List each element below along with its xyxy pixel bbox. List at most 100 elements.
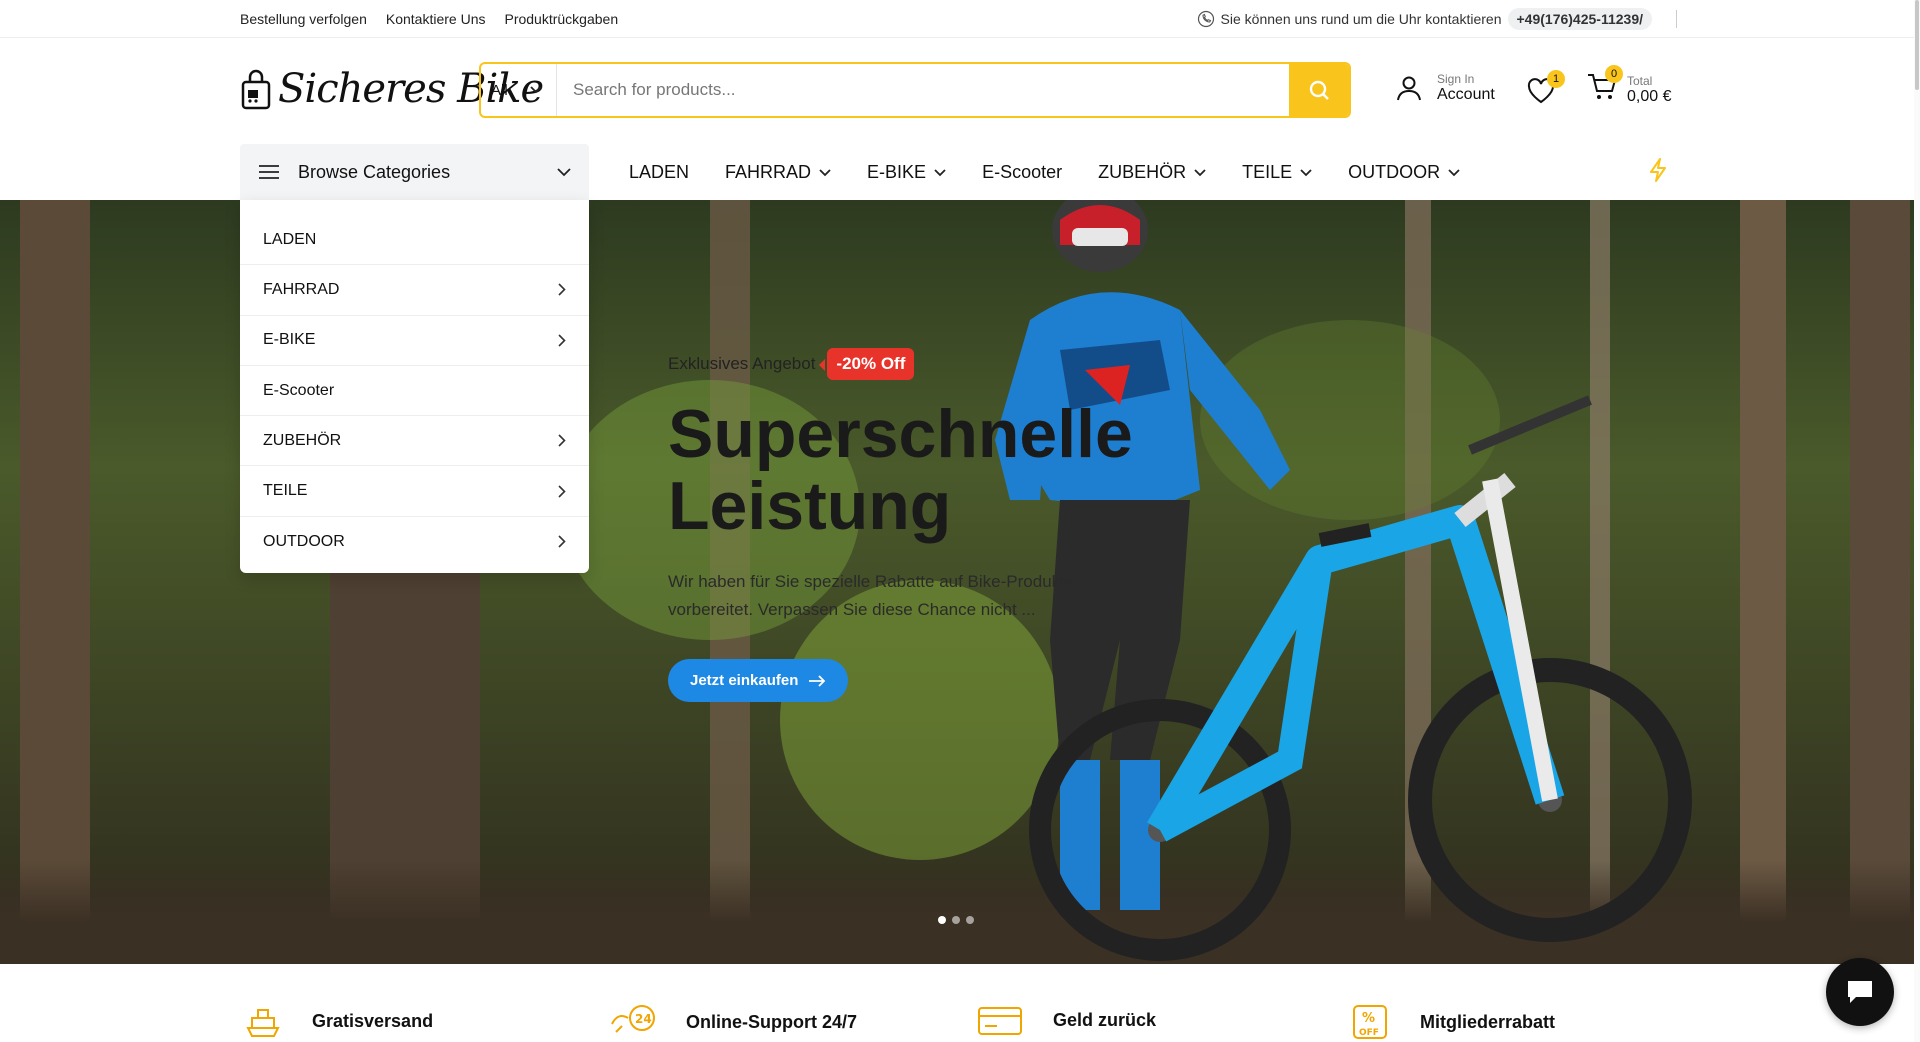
nav-item-label: FAHRRAD — [725, 162, 812, 182]
slider-dot[interactable] — [938, 916, 946, 924]
contact-link[interactable]: Kontaktiere Uns — [386, 11, 486, 27]
chevron-down-icon — [1300, 168, 1312, 176]
chevron-right-icon — [558, 283, 566, 297]
wallet-icon — [978, 1007, 1022, 1035]
chat-bubble-icon — [1848, 981, 1872, 1003]
cart-button[interactable]: 0 Total 0,00 € — [1587, 65, 1672, 106]
category-item-e-bike[interactable]: E-BIKE — [240, 316, 589, 366]
sign-in-label: Sign In — [1437, 72, 1475, 86]
search-category-value: All — [491, 81, 508, 99]
nav-item-fahrrad[interactable]: FAHRRAD — [725, 162, 831, 183]
chevron-down-icon — [819, 168, 831, 176]
shopping-bag-icon — [241, 69, 271, 110]
returns-link[interactable]: Produktrückgaben — [504, 11, 618, 27]
wishlist-button[interactable]: 1 — [1527, 70, 1565, 109]
category-label: OUTDOOR — [263, 532, 345, 550]
chevron-right-icon — [558, 334, 566, 347]
features-strip: Gratisversand 24 Online-Support 24/7 Gel… — [0, 964, 1920, 1042]
nav-item-label: TEILE — [1242, 162, 1293, 182]
shop-now-label: Jetzt einkaufen — [690, 672, 799, 689]
category-label: E-BIKE — [263, 331, 316, 349]
browse-categories-label: Browse Categories — [298, 161, 451, 182]
category-item-fahrrad[interactable]: FAHRRAD — [240, 265, 589, 316]
scrollbar-thumb[interactable] — [1915, 0, 1919, 90]
chevron-down-icon — [1194, 168, 1206, 176]
phone-number[interactable]: +49(176)425-11239/ — [1507, 8, 1652, 30]
page-scrollbar[interactable] — [1914, 0, 1920, 1042]
chevron-right-icon — [558, 434, 566, 447]
divider — [1676, 10, 1677, 28]
search-icon — [1309, 80, 1329, 100]
svg-text:OFF: OFF — [1359, 1028, 1379, 1038]
nav-item-label: ZUBEHÖR — [1098, 162, 1187, 182]
search-bar: All — [479, 62, 1351, 118]
nav-item-label: E-BIKE — [867, 162, 927, 182]
search-category-select[interactable]: All — [481, 64, 557, 116]
track-order-link[interactable]: Bestellung verfolgen — [240, 11, 367, 27]
feature-label: Gratisversand — [312, 1010, 434, 1031]
cart-count-badge: 0 — [1605, 65, 1623, 83]
slider-dots — [938, 916, 974, 924]
feature-free-shipping: Gratisversand — [244, 1004, 433, 1038]
svg-text:%: % — [1362, 1011, 1375, 1026]
chevron-down-icon — [530, 86, 542, 94]
feature-member-discount: % OFF Mitgliederrabatt — [1350, 1004, 1555, 1040]
account-label: Account — [1437, 86, 1495, 103]
nav-item-e-scooter[interactable]: E-Scooter — [982, 162, 1062, 183]
hero-content: Exklusives Angebot -20% Off Superschnell… — [668, 348, 1148, 702]
lightning-icon[interactable] — [1648, 158, 1668, 182]
discount-tag-icon: % OFF — [1353, 1005, 1387, 1039]
discount-badge: -20% Off — [819, 348, 915, 380]
support-24-icon: 24 — [611, 1005, 655, 1033]
top-bar: Bestellung verfolgen Kontaktiere Uns Pro… — [0, 0, 1920, 38]
chat-button[interactable] — [1826, 958, 1894, 1026]
browse-categories-button[interactable]: Browse Categories — [240, 144, 589, 200]
arrow-right-icon — [809, 674, 826, 687]
wishlist-count-badge: 1 — [1547, 70, 1565, 88]
chevron-down-icon — [557, 167, 571, 176]
header: Sicheres Bike All Sign In Account 1 0 To… — [0, 38, 1920, 144]
hero-tagline: Exklusives Angebot -20% Off — [668, 348, 1148, 380]
cart-total-value: 0,00 € — [1627, 87, 1672, 105]
chevron-down-icon — [934, 168, 946, 176]
nav-menu: LADEN FAHRRAD E-BIKE E-Scooter ZUBEHÖR T… — [629, 162, 1460, 183]
svg-text:24: 24 — [635, 1012, 652, 1026]
feature-label: Mitgliederrabatt — [1420, 1011, 1556, 1032]
search-input[interactable] — [557, 64, 1289, 116]
category-item-outdoor[interactable]: OUTDOOR — [240, 517, 589, 567]
nav-item-zubehoer[interactable]: ZUBEHÖR — [1098, 162, 1206, 183]
nav-item-laden[interactable]: LADEN — [629, 162, 689, 183]
phone-icon — [1197, 10, 1214, 28]
feature-label: Geld zurück — [1053, 1009, 1157, 1030]
category-item-e-scooter[interactable]: E-Scooter — [240, 366, 589, 417]
contact-info: Sie können uns rund um die Uhr kontaktie… — [1197, 8, 1677, 30]
search-button[interactable] — [1289, 64, 1349, 116]
category-item-laden[interactable]: LADEN — [240, 215, 589, 266]
hero-title-line2: Leistung — [668, 468, 952, 544]
category-label: TEILE — [263, 482, 308, 500]
nav-item-label: LADEN — [629, 162, 690, 182]
tree-trunk — [20, 200, 90, 964]
hero-title-line1: Superschnelle — [668, 396, 1133, 472]
hero-description: Wir haben für Sie spezielle Rabatte auf … — [668, 572, 1075, 619]
hero-tagline-text: Exklusives Angebot — [668, 354, 816, 373]
user-icon — [1397, 76, 1421, 101]
nav-item-outdoor[interactable]: OUTDOOR — [1348, 162, 1460, 183]
chevron-down-icon — [1448, 168, 1460, 176]
nav-item-e-bike[interactable]: E-BIKE — [867, 162, 946, 183]
account-link[interactable]: Sign In Account — [1395, 72, 1495, 104]
slider-dot[interactable] — [952, 916, 960, 924]
category-item-teile[interactable]: TEILE — [240, 466, 589, 517]
feature-money-back: Geld zurück — [977, 1004, 1156, 1036]
main-nav: Browse Categories LADEN FAHRRAD E-BIKE E… — [0, 144, 1920, 200]
slider-dot[interactable] — [966, 916, 974, 924]
nav-item-teile[interactable]: TEILE — [1242, 162, 1312, 183]
shop-now-button[interactable]: Jetzt einkaufen — [668, 659, 849, 702]
feature-label: Online-Support 24/7 — [686, 1011, 858, 1032]
nav-item-label: E-Scooter — [982, 162, 1063, 182]
category-label: LADEN — [263, 230, 317, 248]
category-item-zubehoer[interactable]: ZUBEHÖR — [240, 416, 589, 467]
shipping-icon — [246, 1009, 280, 1037]
nav-item-label: OUTDOOR — [1348, 162, 1441, 182]
cart-total-label: Total — [1627, 73, 1653, 88]
